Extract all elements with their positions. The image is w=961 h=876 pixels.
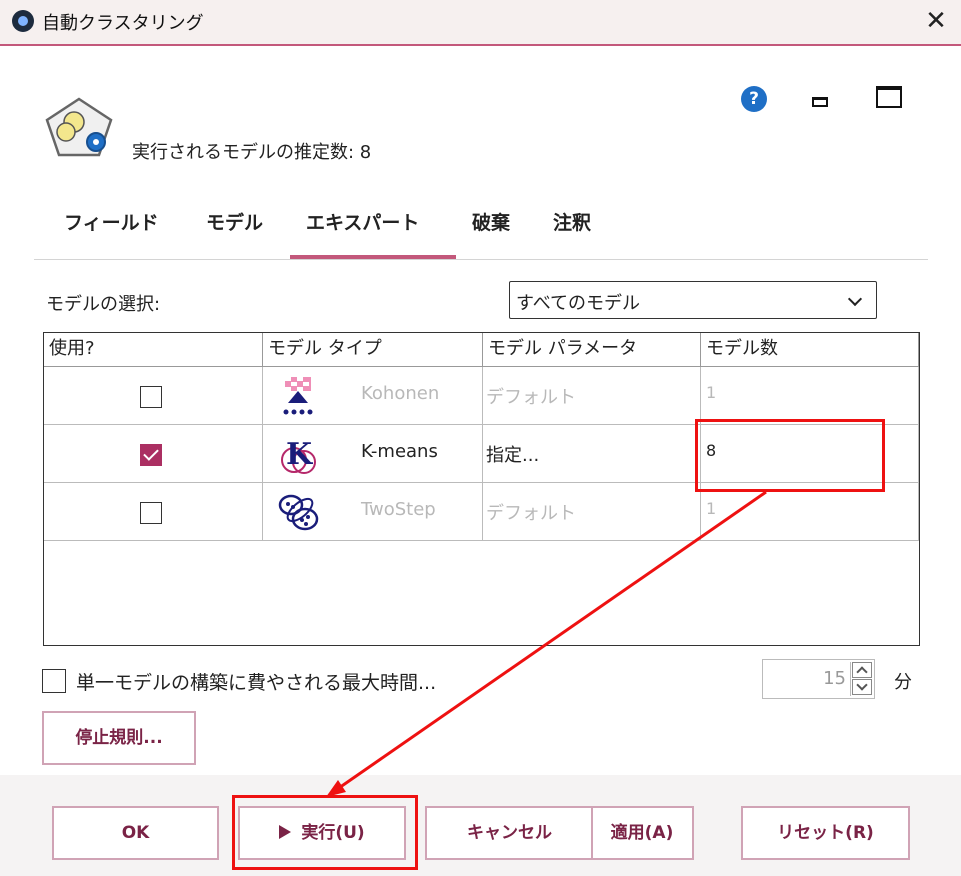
- model-count-twostep[interactable]: 1: [706, 499, 716, 518]
- stop-rules-button[interactable]: 停止規則...: [42, 711, 196, 765]
- cancel-button[interactable]: キャンセル: [425, 806, 592, 860]
- model-selection-label: モデルの選択:: [46, 294, 161, 315]
- header-use: 使用?: [44, 333, 263, 367]
- max-time-checkbox[interactable]: [42, 669, 66, 693]
- tab-expert[interactable]: エキスパート: [306, 208, 419, 235]
- reset-button[interactable]: リセット(R): [741, 806, 910, 860]
- highlight-run-button: [232, 795, 418, 870]
- max-time-value: 15: [823, 668, 846, 689]
- minimize-icon[interactable]: [812, 97, 828, 107]
- help-icon[interactable]: ?: [741, 86, 767, 112]
- use-checkbox-twostep[interactable]: [140, 502, 162, 524]
- model-type-twostep: TwoStep: [361, 499, 436, 520]
- spinner-down-button[interactable]: [852, 679, 872, 695]
- tab-bar: フィールド モデル エキスパート 破棄 注釈: [34, 198, 928, 260]
- model-params-twostep[interactable]: デフォルト: [486, 499, 576, 525]
- tab-discard[interactable]: 破棄: [472, 208, 510, 235]
- header-model-params: モデル パラメータ: [483, 333, 701, 367]
- use-checkbox-kmeans[interactable]: [140, 444, 162, 466]
- title-bar: 自動クラスタリング ✕: [0, 0, 961, 46]
- use-checkbox-kohonen[interactable]: [140, 386, 162, 408]
- max-time-spinner[interactable]: 15: [762, 659, 875, 699]
- model-count-kohonen[interactable]: 1: [706, 383, 716, 402]
- model-type-kohonen: Kohonen: [361, 383, 440, 404]
- svg-text:K: K: [286, 437, 313, 472]
- kohonen-icon: [283, 377, 313, 415]
- max-time-unit: 分: [894, 672, 912, 693]
- active-tab-indicator: [290, 255, 456, 259]
- tab-annotations[interactable]: 注釈: [553, 208, 591, 235]
- tab-fields[interactable]: フィールド: [64, 208, 159, 235]
- ok-button[interactable]: OK: [52, 806, 219, 860]
- header-model-count: モデル数: [701, 333, 919, 367]
- model-selection-value: すべてのモデル: [516, 293, 641, 314]
- table-row-kohonen: Kohonen デフォルト 1: [44, 367, 919, 425]
- apply-button[interactable]: 適用(A): [592, 806, 694, 860]
- chevron-down-icon: [847, 291, 863, 307]
- auto-cluster-node-icon: [45, 97, 113, 157]
- app-icon: [12, 10, 34, 32]
- model-selection-dropdown[interactable]: すべてのモデル: [509, 281, 877, 319]
- table-header: 使用? モデル タイプ モデル パラメータ モデル数: [44, 333, 919, 367]
- max-time-label: 単一モデルの構築に費やされる最大時間...: [76, 672, 437, 694]
- model-type-kmeans: K-means: [361, 441, 438, 462]
- tab-model[interactable]: モデル: [206, 208, 263, 235]
- header-model-type: モデル タイプ: [263, 333, 483, 367]
- twostep-icon: [278, 494, 319, 531]
- maximize-icon[interactable]: [876, 86, 902, 108]
- model-params-kmeans[interactable]: 指定...: [486, 441, 539, 467]
- footer-button-bar: OK 実行(U) キャンセル 適用(A) リセット(R): [0, 775, 961, 876]
- model-params-kohonen[interactable]: デフォルト: [486, 383, 576, 409]
- highlight-model-count: [695, 419, 885, 492]
- button-separator: [591, 806, 593, 860]
- estimated-model-count: 実行されるモデルの推定数: 8: [132, 142, 372, 163]
- kmeans-icon: K: [281, 437, 316, 474]
- window-title: 自動クラスタリング: [42, 13, 204, 34]
- close-button[interactable]: ✕: [919, 6, 953, 38]
- auto-cluster-dialog: 自動クラスタリング ✕ 実行されるモデルの推定数: 8 ? フィールド モデル …: [0, 0, 961, 876]
- spinner-up-button[interactable]: [852, 662, 872, 678]
